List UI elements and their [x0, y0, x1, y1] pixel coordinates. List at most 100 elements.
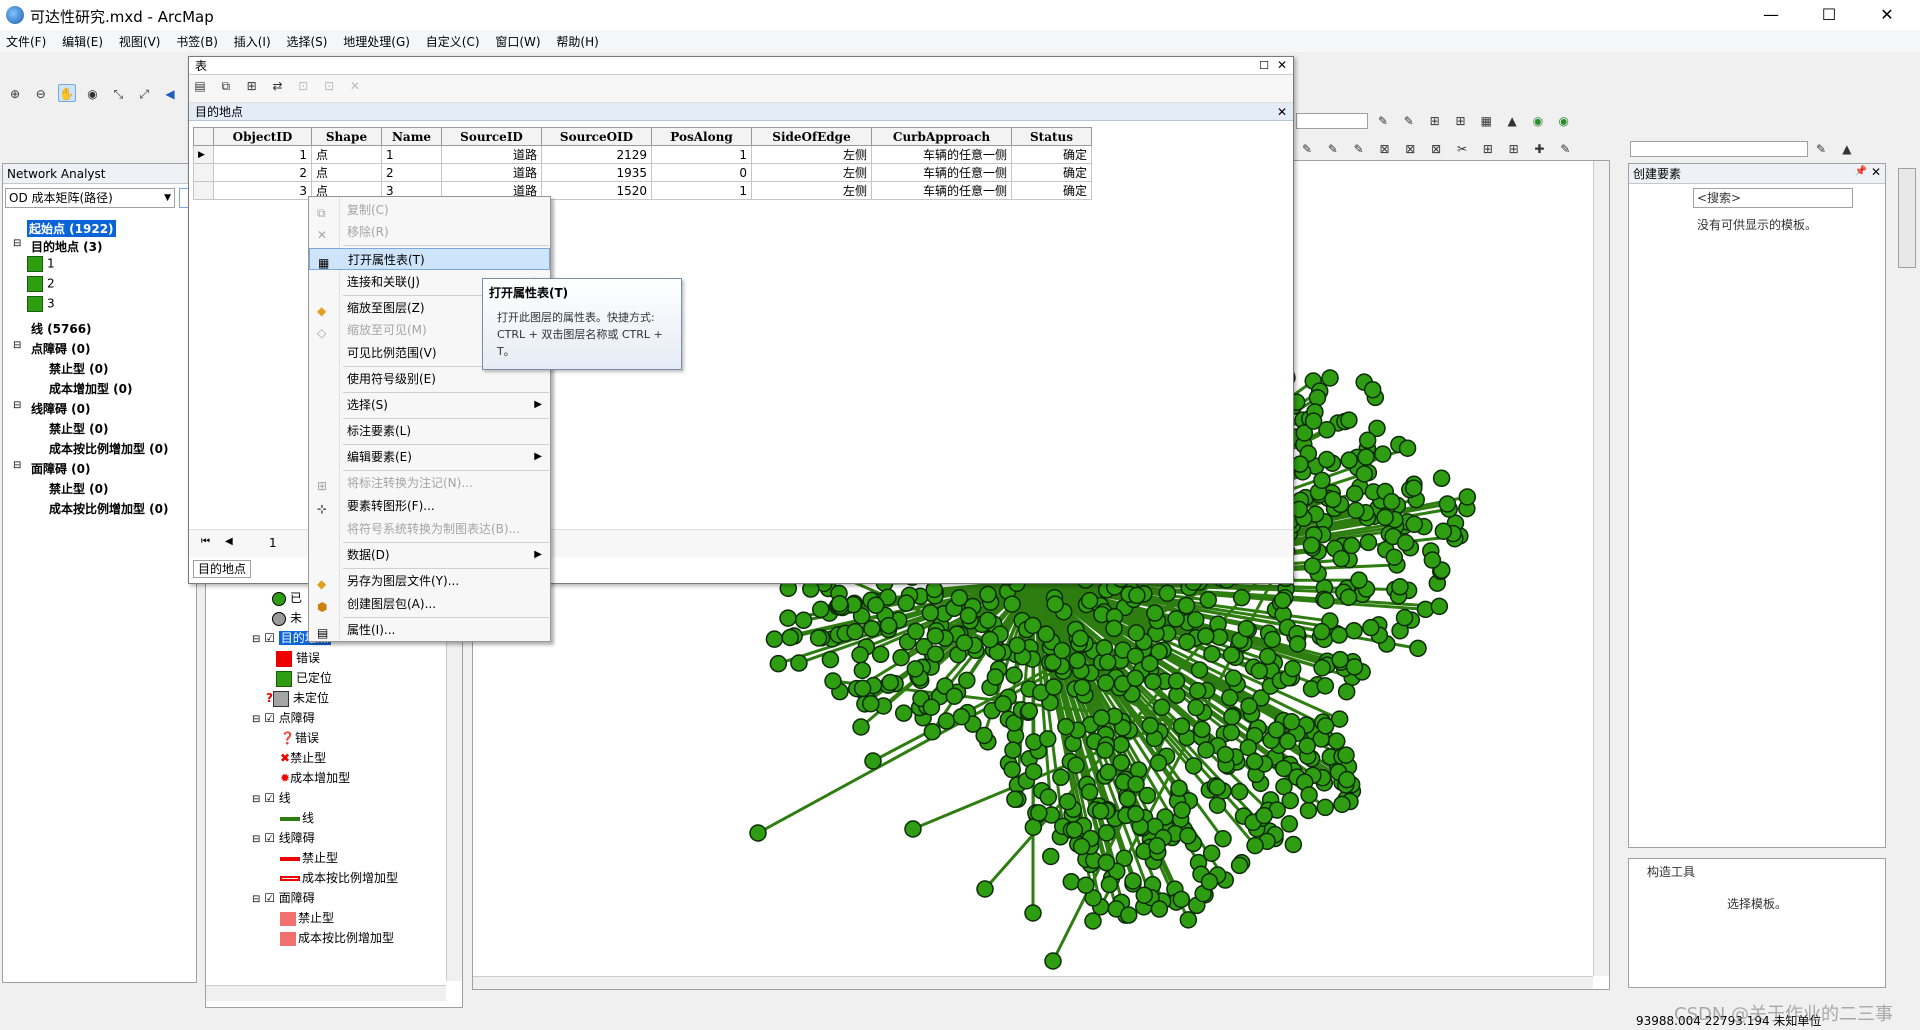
search-box[interactable] — [1630, 141, 1808, 157]
edit-icon[interactable]: ⊠ — [1401, 140, 1419, 158]
toc-layer-line-barriers[interactable]: ⊟ ☑ 线障碍 — [252, 829, 315, 846]
tree-destinations[interactable]: 目的地点 (3) — [31, 238, 103, 255]
tree-restriction[interactable]: 禁止型 (0) — [49, 420, 109, 437]
globe-icon[interactable]: ◉ — [83, 85, 101, 103]
tool-icon[interactable]: ⊞ — [1426, 112, 1444, 130]
template-search-input[interactable]: <搜索> — [1693, 188, 1853, 208]
edit-icon[interactable]: ✚ — [1530, 140, 1548, 158]
tree-destination-1[interactable]: 1 — [27, 256, 55, 272]
globe-icon[interactable]: ◉ — [1555, 112, 1573, 130]
column-header[interactable]: ObjectID — [213, 127, 312, 146]
edit-icon[interactable]: ✎ — [1556, 140, 1574, 158]
menu-save-layer-file[interactable]: ◆ 另存为图层文件(Y)... — [309, 570, 550, 592]
maximize-button[interactable]: ☐ — [1806, 0, 1852, 30]
collapse-icon[interactable]: ⊟ — [13, 460, 21, 471]
tool-icon[interactable]: ▦ — [1477, 112, 1495, 130]
map-vertical-scrollbar[interactable] — [1593, 161, 1609, 976]
menu-copy[interactable]: ⧉ 复制(C) — [309, 199, 550, 221]
column-header[interactable]: CurbApproach — [871, 127, 1012, 146]
row-selector[interactable]: ▶ — [193, 145, 214, 164]
menu-data[interactable]: 数据(D) ▶ — [309, 544, 550, 566]
tree-added-cost[interactable]: 成本增加型 (0) — [49, 380, 133, 397]
maximize-icon[interactable]: ☐ — [1259, 59, 1269, 72]
edit-icon[interactable]: ⊞ — [1505, 140, 1523, 158]
menu-remove[interactable]: ✕ 移除(R) — [309, 221, 550, 243]
tree-destination-3[interactable]: 3 — [27, 296, 55, 312]
graph-icon[interactable]: ▲ — [1503, 112, 1521, 130]
zoom-in-icon[interactable]: ⊕ — [6, 85, 24, 103]
edit-icon[interactable]: ✎ — [1298, 140, 1316, 158]
menu-windows[interactable]: 窗口(W) — [489, 30, 546, 53]
close-table-tab-icon[interactable]: ✕ — [1277, 105, 1287, 119]
tree-lines[interactable]: 线 (5766) — [31, 320, 92, 337]
tool-icon[interactable]: ▲ — [1838, 140, 1856, 158]
previous-record-icon[interactable]: ◀ — [225, 536, 233, 547]
edit-icon[interactable]: ✎ — [1324, 140, 1342, 158]
menu-selection[interactable]: 选择(S) — [280, 30, 333, 53]
fixed-zoom-out-icon[interactable]: ⤢ — [135, 85, 153, 103]
menu-convert-labels[interactable]: ⊞ 将标注转换为注记(N)... — [309, 472, 550, 494]
column-header[interactable]: Name — [381, 127, 442, 146]
column-header[interactable]: PosAlong — [651, 127, 752, 146]
tool-icon[interactable]: ✎ — [1374, 112, 1392, 130]
menu-view[interactable]: 视图(V) — [113, 30, 167, 53]
close-button[interactable]: ✕ — [1864, 0, 1910, 30]
delete-selected-icon[interactable]: ✕ — [346, 77, 364, 95]
menu-edit[interactable]: 编辑(E) — [56, 30, 109, 53]
menu-geoprocessing[interactable]: 地理处理(G) — [337, 30, 416, 53]
column-header[interactable]: Shape — [311, 127, 382, 146]
menu-label-features[interactable]: 标注要素(L) — [309, 420, 550, 442]
menu-customize[interactable]: 自定义(C) — [420, 30, 486, 53]
related-tables-icon[interactable]: ⧉ — [217, 77, 235, 95]
tree-origins[interactable]: 起始点 (1922) — [27, 220, 116, 237]
select-by-attributes-icon[interactable]: ⊞ — [243, 77, 261, 95]
scale-dropdown[interactable] — [1296, 113, 1368, 129]
edit-icon[interactable]: ⊠ — [1427, 140, 1445, 158]
back-icon[interactable]: ◀ — [161, 85, 179, 103]
column-header[interactable]: Status — [1011, 127, 1092, 146]
collapse-icon[interactable]: ⊟ — [13, 340, 21, 351]
tree-polygon-barriers[interactable]: 面障碍 (0) — [31, 460, 91, 477]
column-header[interactable]: SideOfEdge — [751, 127, 872, 146]
fixed-zoom-in-icon[interactable]: ⤡ — [109, 85, 127, 103]
table-tab[interactable]: 目的地点 — [193, 560, 252, 578]
table-row[interactable]: ▶ 1点1 道路 2129 1 左侧 车辆的任意一侧 确定 — [193, 145, 1092, 164]
collapse-icon[interactable]: ⊟ — [13, 238, 21, 249]
side-dock-tabs[interactable] — [1898, 168, 1916, 268]
menu-convert-symbology[interactable]: 将符号系统转换为制图表达(B)... — [309, 518, 550, 540]
analysis-layer-select[interactable]: OD 成本矩阵(路径) ▼ — [5, 188, 175, 208]
menu-file[interactable]: 文件(F) — [0, 30, 52, 53]
toc-layer-lines[interactable]: ⊟ ☑ 线 — [252, 789, 291, 806]
table-options-icon[interactable]: ▤ — [191, 77, 209, 95]
menu-create-layer-package[interactable]: ⬢ 创建图层包(A)... — [309, 593, 550, 615]
zoom-to-selected-icon[interactable]: ⊡ — [320, 77, 338, 95]
tree-restriction[interactable]: 禁止型 (0) — [49, 360, 109, 377]
tool-icon[interactable]: ⊞ — [1451, 112, 1469, 130]
horizontal-scrollbar[interactable] — [206, 985, 446, 1001]
pan-icon[interactable]: ✋ — [57, 84, 76, 102]
pin-icon[interactable]: 📌 — [1855, 166, 1867, 177]
column-header[interactable]: SourceOID — [541, 127, 652, 146]
column-header[interactable]: SourceID — [441, 127, 542, 146]
tool-icon[interactable]: ✎ — [1400, 112, 1418, 130]
close-icon[interactable]: ✕ — [1277, 58, 1287, 72]
edit-icon[interactable]: ✎ — [1350, 140, 1368, 158]
tree-destination-2[interactable]: 2 — [27, 276, 55, 292]
tree-restriction[interactable]: 禁止型 (0) — [49, 480, 109, 497]
table-row[interactable]: 2点2 道路 1935 0 左侧 车辆的任意一侧 确定 — [193, 163, 1092, 182]
switch-selection-icon[interactable]: ⇄ — [268, 77, 286, 95]
edit-icon[interactable]: ⊠ — [1375, 140, 1393, 158]
first-record-icon[interactable]: ⏮ — [201, 536, 210, 547]
menu-insert[interactable]: 插入(I) — [228, 30, 277, 53]
edit-icon[interactable]: ✂ — [1453, 140, 1471, 158]
tree-line-barriers[interactable]: 线障碍 (0) — [31, 400, 91, 417]
tree-point-barriers[interactable]: 点障碍 (0) — [31, 340, 91, 357]
minimize-button[interactable]: — — [1748, 0, 1794, 30]
menu-open-attribute-table[interactable]: ▦ 打开属性表(T) — [309, 248, 550, 270]
row-selector[interactable] — [193, 163, 214, 182]
clear-selection-icon[interactable]: ⊡ — [294, 77, 312, 95]
zoom-out-icon[interactable]: ⊖ — [32, 85, 50, 103]
menu-features-to-graphics[interactable]: ⊹ 要素转图形(F)... — [309, 495, 550, 517]
row-selector[interactable] — [193, 181, 214, 200]
collapse-icon[interactable]: ⊟ — [13, 400, 21, 411]
